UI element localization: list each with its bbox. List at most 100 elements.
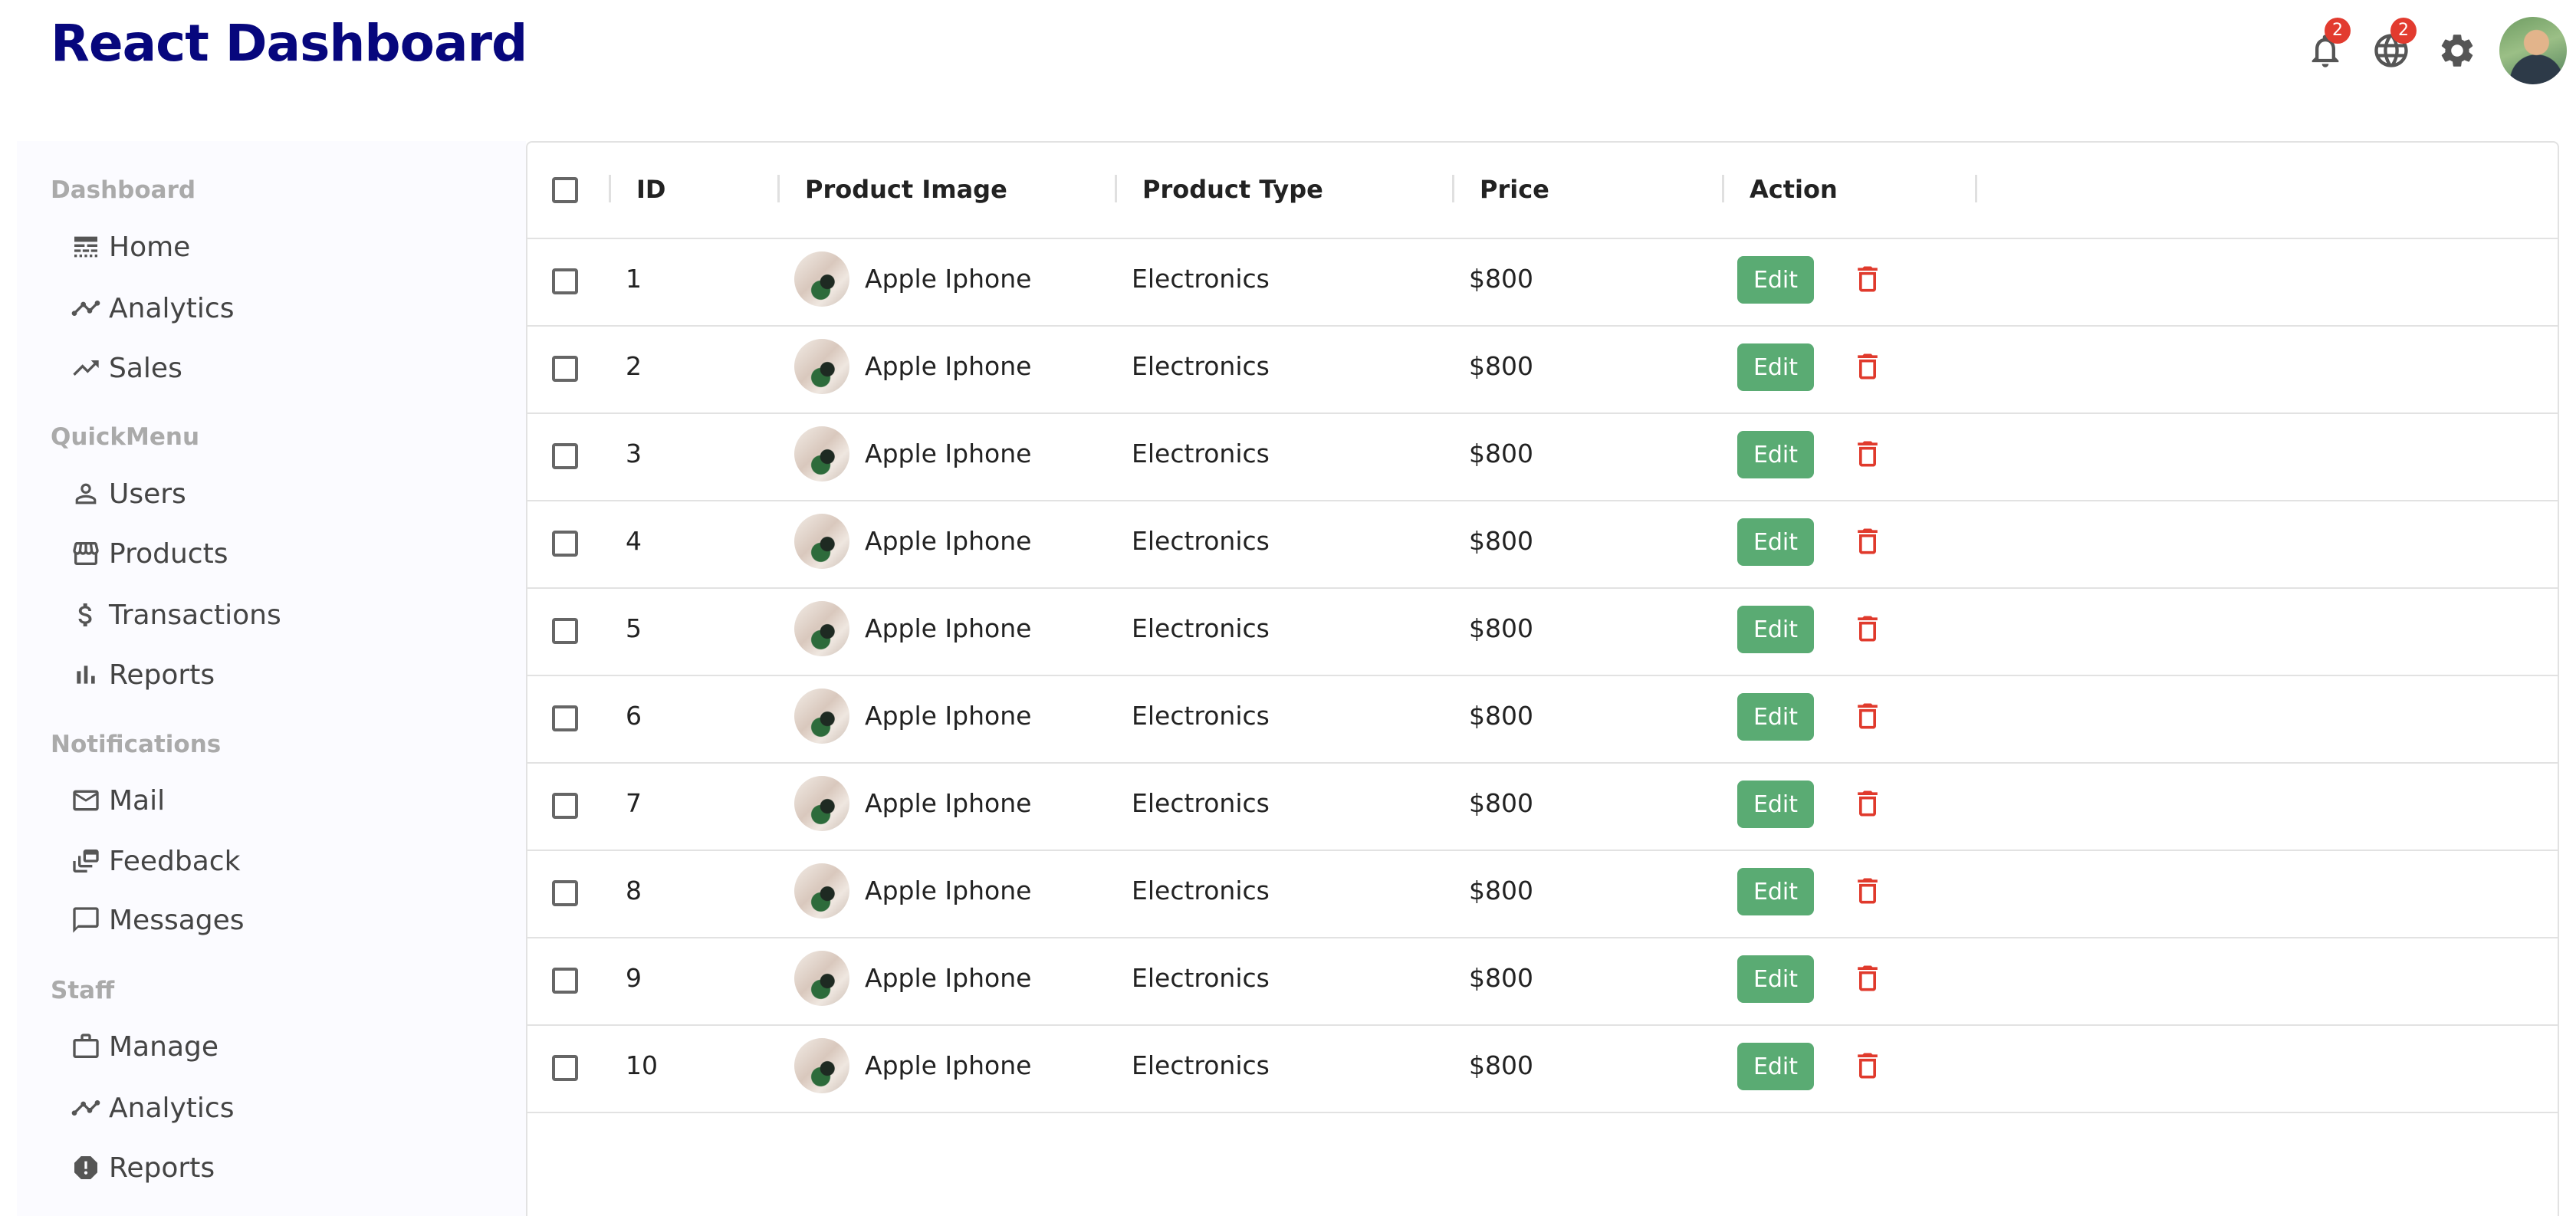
sidebar-item-staff-reports[interactable]: Reports [67, 1142, 215, 1193]
row-checkbox[interactable] [552, 968, 578, 994]
cell-product-name: Apple Iphone [865, 264, 1032, 294]
cell-id: 8 [626, 876, 642, 905]
product-thumbnail [794, 601, 849, 656]
sidebar-item-feedback[interactable]: Feedback [67, 836, 240, 886]
row-checkbox[interactable] [552, 443, 578, 469]
column-header-action[interactable]: Action [1750, 175, 1838, 204]
avatar[interactable] [2499, 17, 2567, 84]
column-header-price[interactable]: Price [1480, 175, 1549, 204]
line-style-icon [67, 228, 104, 265]
delete-icon[interactable] [1851, 523, 1884, 560]
app-logo[interactable]: React Dashboard [51, 14, 527, 73]
sidebar-item-products[interactable]: Products [67, 528, 228, 579]
edit-button[interactable]: Edit [1737, 955, 1814, 1003]
cell-price: $800 [1469, 526, 1533, 556]
notifications-button[interactable]: 2 [2292, 18, 2358, 84]
storefront-icon [67, 535, 104, 572]
cell-product-type: Electronics [1132, 701, 1270, 731]
edit-button[interactable]: Edit [1737, 256, 1814, 304]
row-checkbox[interactable] [552, 268, 578, 294]
cell-price: $800 [1469, 701, 1533, 731]
table-row[interactable]: 8 Apple Iphone Electronics $800 Edit [527, 850, 2558, 938]
cell-id: 9 [626, 963, 642, 993]
delete-icon[interactable] [1851, 261, 1884, 297]
language-button[interactable]: 2 [2358, 18, 2424, 84]
sidebar-section-quickmenu: QuickMenu [51, 423, 200, 451]
cell-product-type: Electronics [1132, 264, 1270, 294]
sidebar-item-analytics[interactable]: Analytics [67, 283, 234, 334]
settings-button[interactable] [2424, 18, 2490, 84]
table-row[interactable]: 3 Apple Iphone Electronics $800 Edit [527, 412, 2558, 501]
row-checkbox[interactable] [552, 880, 578, 906]
delete-icon[interactable] [1851, 1047, 1884, 1084]
sidebar-item-transactions[interactable]: Transactions [67, 590, 281, 640]
cell-price: $800 [1469, 876, 1533, 905]
select-all-checkbox[interactable] [552, 177, 578, 203]
report-icon [67, 1149, 104, 1186]
work-outline-icon [67, 1028, 104, 1065]
sidebar-item-label: Home [109, 231, 191, 263]
timeline-icon [67, 290, 104, 327]
edit-button[interactable]: Edit [1737, 693, 1814, 741]
column-header-id[interactable]: ID [636, 175, 665, 204]
edit-button[interactable]: Edit [1737, 868, 1814, 915]
sidebar-item-label: Manage [109, 1030, 219, 1063]
table-row[interactable]: 4 Apple Iphone Electronics $800 Edit [527, 500, 2558, 589]
product-thumbnail [794, 689, 849, 744]
row-checkbox[interactable] [552, 1055, 578, 1081]
sidebar-item-label: Analytics [109, 1092, 235, 1124]
edit-button[interactable]: Edit [1737, 518, 1814, 566]
row-checkbox[interactable] [552, 705, 578, 731]
delete-icon[interactable] [1851, 435, 1884, 472]
row-checkbox[interactable] [552, 356, 578, 382]
delete-icon[interactable] [1851, 610, 1884, 647]
sidebar-item-staff-analytics[interactable]: Analytics [67, 1083, 234, 1133]
table-row[interactable]: 6 Apple Iphone Electronics $800 Edit [527, 675, 2558, 764]
delete-icon[interactable] [1851, 348, 1884, 385]
table-row[interactable]: 9 Apple Iphone Electronics $800 Edit [527, 937, 2558, 1026]
sidebar-item-messages[interactable]: Messages [67, 895, 245, 945]
edit-button[interactable]: Edit [1737, 431, 1814, 478]
delete-icon[interactable] [1851, 785, 1884, 822]
column-separator[interactable] [1115, 175, 1117, 202]
sidebar-item-label: Feedback [109, 845, 241, 877]
column-separator[interactable] [1722, 175, 1724, 202]
delete-icon[interactable] [1851, 960, 1884, 997]
table-row[interactable]: 5 Apple Iphone Electronics $800 Edit [527, 587, 2558, 676]
column-separator[interactable] [777, 175, 780, 202]
cell-product-name: Apple Iphone [865, 351, 1032, 381]
delete-icon[interactable] [1851, 873, 1884, 909]
cell-product-name: Apple Iphone [865, 1050, 1032, 1080]
column-header-product-type[interactable]: Product Type [1142, 175, 1323, 204]
sidebar-section-staff: Staff [51, 977, 115, 1004]
language-badge: 2 [2390, 18, 2417, 44]
table-row[interactable]: 1 Apple Iphone Electronics $800 Edit [527, 238, 2558, 327]
sidebar-item-label: Reports [109, 1152, 215, 1184]
sidebar-item-home[interactable]: Home [67, 222, 190, 272]
sidebar-item-label: Products [109, 537, 228, 570]
product-thumbnail [794, 339, 849, 394]
sidebar-item-reports[interactable]: Reports [67, 649, 215, 700]
edit-button[interactable]: Edit [1737, 1043, 1814, 1090]
column-separator[interactable] [609, 175, 611, 202]
sidebar-item-sales[interactable]: Sales [67, 343, 182, 393]
column-separator[interactable] [1975, 175, 1977, 202]
table-row[interactable]: 10 Apple Iphone Electronics $800 Edit [527, 1024, 2558, 1113]
sidebar-item-users[interactable]: Users [67, 468, 186, 519]
column-header-product-image[interactable]: Product Image [805, 175, 1007, 204]
gear-icon [2441, 35, 2473, 67]
delete-icon[interactable] [1851, 698, 1884, 735]
column-separator[interactable] [1452, 175, 1454, 202]
row-checkbox[interactable] [552, 618, 578, 644]
sidebar-item-mail[interactable]: Mail [67, 775, 165, 826]
edit-button[interactable]: Edit [1737, 606, 1814, 653]
table-row[interactable]: 2 Apple Iphone Electronics $800 Edit [527, 325, 2558, 414]
row-checkbox[interactable] [552, 793, 578, 819]
sidebar-item-manage[interactable]: Manage [67, 1021, 219, 1072]
edit-button[interactable]: Edit [1737, 343, 1814, 391]
product-thumbnail [794, 514, 849, 569]
edit-button[interactable]: Edit [1737, 781, 1814, 828]
row-checkbox[interactable] [552, 531, 578, 557]
table-row[interactable]: 7 Apple Iphone Electronics $800 Edit [527, 762, 2558, 851]
bar-chart-icon [67, 656, 104, 693]
